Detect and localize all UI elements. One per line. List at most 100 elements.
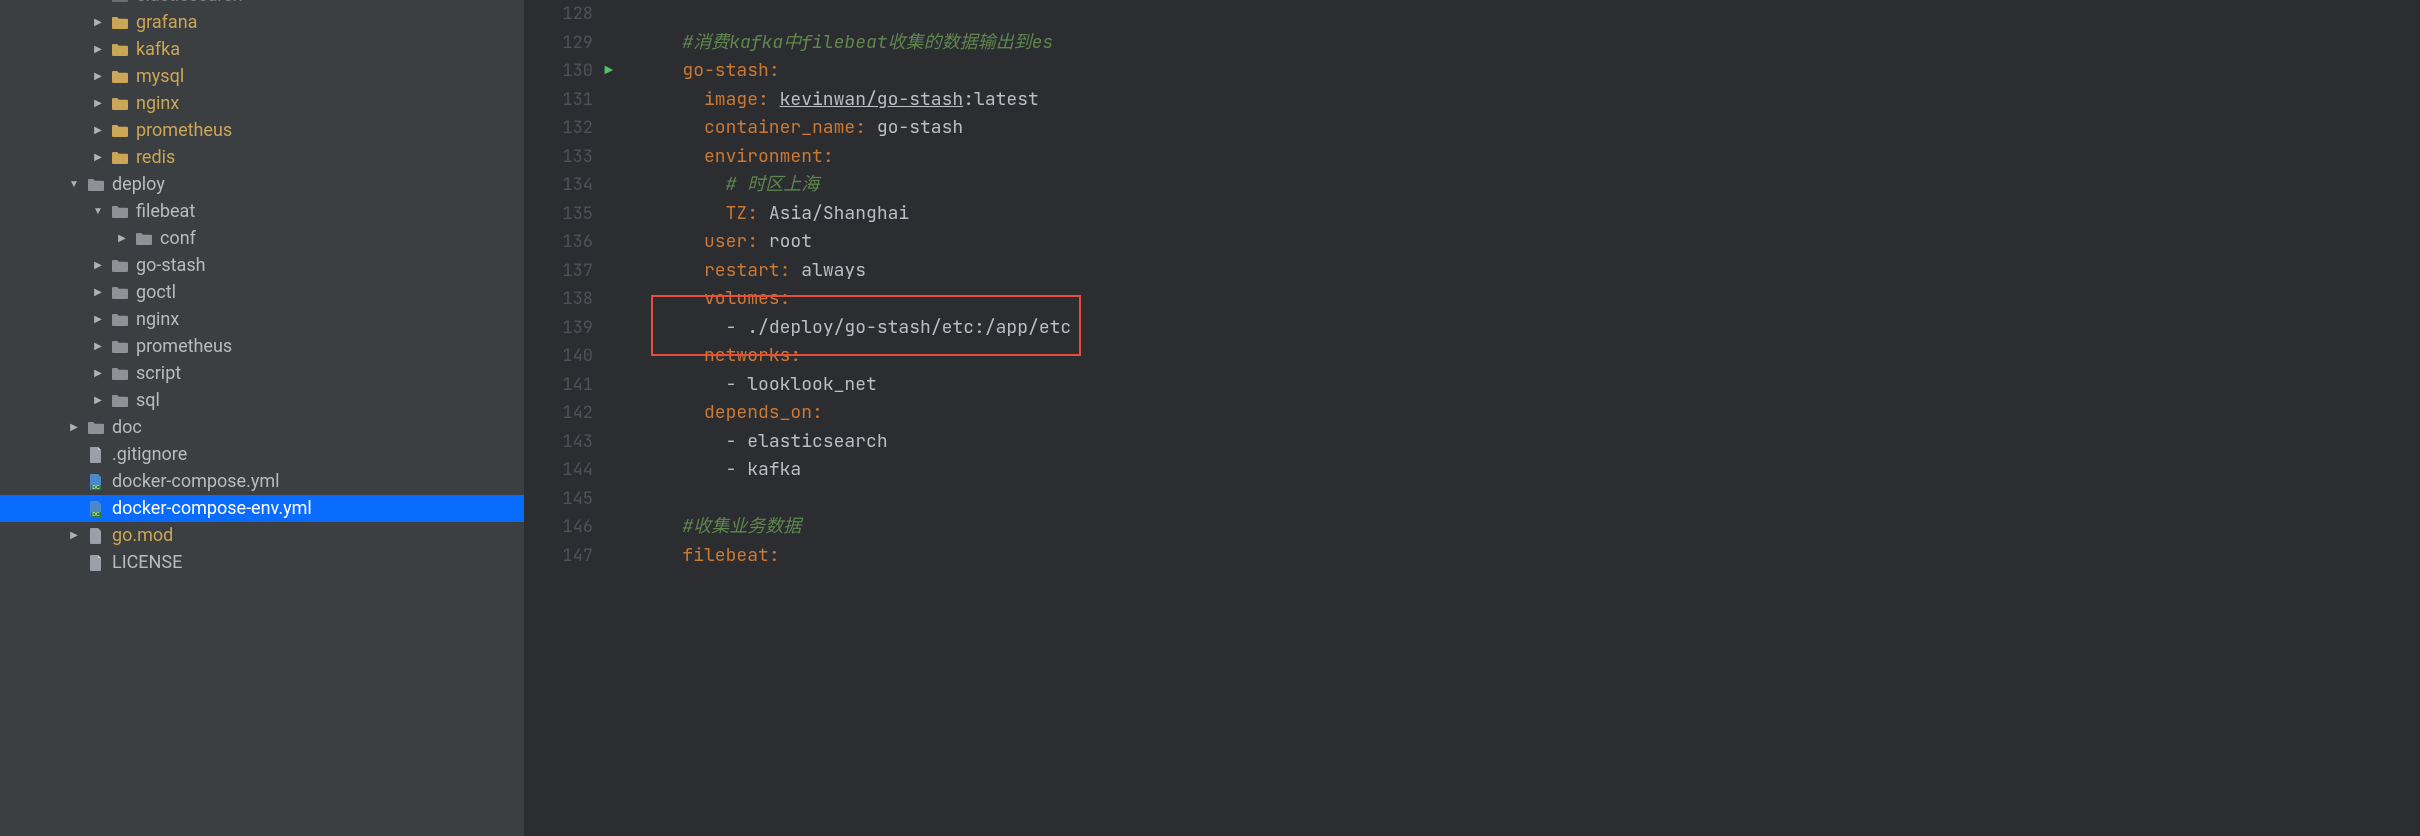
folder-icon (86, 178, 106, 192)
code-line[interactable]: #收集业务数据 (650, 513, 2420, 542)
code-line[interactable]: #消费kafka中filebeat收集的数据输出到es (650, 29, 2420, 58)
tree-item-prometheus[interactable]: ▶prometheus (0, 117, 524, 144)
code-line[interactable]: - ./deploy/go-stash/etc:/app/etc (650, 314, 2420, 343)
chevron-right-icon[interactable]: ▶ (92, 125, 104, 136)
code-line[interactable]: filebeat: (650, 542, 2420, 571)
code-line[interactable]: container_name: go-stash (650, 114, 2420, 143)
folder-icon (134, 232, 154, 246)
code-line[interactable]: TZ: Asia/Shanghai (650, 200, 2420, 229)
code-line[interactable] (650, 0, 2420, 29)
code-area[interactable]: #消费kafka中filebeat收集的数据输出到es go-stash: im… (615, 0, 2420, 836)
line-number: 130▶ (525, 57, 593, 86)
folder-icon (110, 313, 130, 327)
code-line[interactable]: user: root (650, 228, 2420, 257)
chevron-right-icon[interactable]: ▶ (92, 17, 104, 28)
tree-item-mysql[interactable]: ▶ mysql (0, 63, 524, 90)
file-dc-icon: DC (86, 473, 106, 491)
tree-item-label: deploy (112, 174, 165, 195)
tree-item--gitignore[interactable]: .gitignore (0, 441, 524, 468)
chevron-down-icon[interactable]: ▼ (68, 179, 80, 190)
chevron-right-icon[interactable]: ▶ (92, 71, 104, 82)
folder-brand-icon (110, 124, 130, 138)
tree-item-go-mod[interactable]: ▶go.mod (0, 522, 524, 549)
tree-item-label: go-stash (136, 255, 206, 276)
chevron-right-icon[interactable]: ▶ (68, 530, 80, 541)
tree-item-label: goctl (136, 282, 176, 303)
line-number: 138 (525, 285, 593, 314)
code-token: always (801, 259, 866, 282)
code-editor[interactable]: 128129130▶131132133134135136137138139140… (525, 0, 2420, 836)
code-line[interactable]: - kafka (650, 456, 2420, 485)
code-token: looklook_net (747, 373, 877, 396)
tree-item-nginx[interactable]: ▶ nginx (0, 90, 524, 117)
chevron-right-icon[interactable]: ▶ (92, 44, 104, 55)
tree-item-license[interactable]: LICENSE (0, 549, 524, 576)
code-line[interactable]: go-stash: (650, 57, 2420, 86)
run-gutter-icon[interactable]: ▶ (605, 57, 613, 86)
code-token: environment (704, 145, 823, 168)
folder-brand-icon (110, 43, 130, 57)
code-token (650, 116, 704, 139)
tree-item-label: elasticsearch (136, 0, 243, 6)
code-token: : (769, 59, 780, 82)
code-line[interactable]: depends_on: (650, 399, 2420, 428)
line-number-gutter: 128129130▶131132133134135136137138139140… (525, 0, 615, 836)
project-tree[interactable]: ▶elasticsearch▶grafana▶kafka▶mysql▶nginx… (0, 0, 525, 836)
chevron-right-icon[interactable]: ▶ (92, 314, 104, 325)
tree-item-label: mysql (136, 66, 184, 87)
code-token: - (726, 316, 748, 339)
chevron-right-icon[interactable]: ▶ (92, 368, 104, 379)
code-line[interactable]: # 时区上海 (650, 171, 2420, 200)
tree-item-nginx[interactable]: ▶nginx (0, 306, 524, 333)
tree-item-label: kafka (136, 39, 180, 60)
code-token: : (747, 230, 769, 253)
chevron-right-icon[interactable]: ▶ (92, 260, 104, 271)
tree-item-sql[interactable]: ▶sql (0, 387, 524, 414)
chevron-right-icon[interactable]: ▶ (92, 98, 104, 109)
chevron-right-icon[interactable]: ▶ (92, 341, 104, 352)
folder-icon (110, 367, 130, 381)
chevron-right-icon[interactable]: ▶ (68, 422, 80, 433)
tree-item-elasticsearch[interactable]: ▶ elasticsearch (0, 0, 524, 9)
code-line[interactable]: - looklook_net (650, 371, 2420, 400)
code-line[interactable]: volumes: (650, 285, 2420, 314)
code-line[interactable]: - elasticsearch (650, 428, 2420, 457)
tree-item-kafka[interactable]: ▶ kafka (0, 36, 524, 63)
tree-item-grafana[interactable]: ▶grafana (0, 9, 524, 36)
line-number: 142 (525, 399, 593, 428)
code-token (650, 173, 726, 196)
tree-item-script[interactable]: ▶ script (0, 360, 524, 387)
code-line[interactable] (650, 485, 2420, 514)
chevron-down-icon[interactable]: ▼ (92, 206, 104, 217)
code-line[interactable]: image: kevinwan/go-stash:latest (650, 86, 2420, 115)
tree-item-label: LICENSE (112, 552, 182, 573)
svg-text:DC: DC (92, 512, 100, 518)
chevron-right-icon[interactable]: ▶ (92, 287, 104, 298)
tree-item-docker-compose-env-yml[interactable]: DCdocker-compose-env.yml (0, 495, 524, 522)
code-line[interactable]: restart: always (650, 257, 2420, 286)
code-token (650, 88, 704, 111)
line-number: 137 (525, 257, 593, 286)
code-token: # 时区上海 (726, 173, 820, 196)
code-token (650, 344, 704, 367)
code-line[interactable]: environment: (650, 143, 2420, 172)
tree-item-filebeat[interactable]: ▼filebeat (0, 198, 524, 225)
tree-item-docker-compose-yml[interactable]: DCdocker-compose.yml (0, 468, 524, 495)
tree-item-go-stash[interactable]: ▶ go-stash (0, 252, 524, 279)
tree-item-redis[interactable]: ▶redis (0, 144, 524, 171)
chevron-right-icon[interactable]: ▶ (92, 0, 104, 1)
tree-item-prometheus[interactable]: ▶prometheus (0, 333, 524, 360)
code-token: : (790, 344, 801, 367)
tree-item-label: script (136, 363, 181, 384)
tree-item-goctl[interactable]: ▶ goctl (0, 279, 524, 306)
code-token: - (726, 373, 748, 396)
tree-item-doc[interactable]: ▶doc (0, 414, 524, 441)
tree-item-label: nginx (136, 93, 179, 114)
chevron-right-icon[interactable]: ▶ (92, 395, 104, 406)
tree-item-conf[interactable]: ▶ conf (0, 225, 524, 252)
tree-item-label: conf (160, 228, 196, 249)
chevron-right-icon[interactable]: ▶ (116, 233, 128, 244)
chevron-right-icon[interactable]: ▶ (92, 152, 104, 163)
code-line[interactable]: networks: (650, 342, 2420, 371)
tree-item-deploy[interactable]: ▼ deploy (0, 171, 524, 198)
